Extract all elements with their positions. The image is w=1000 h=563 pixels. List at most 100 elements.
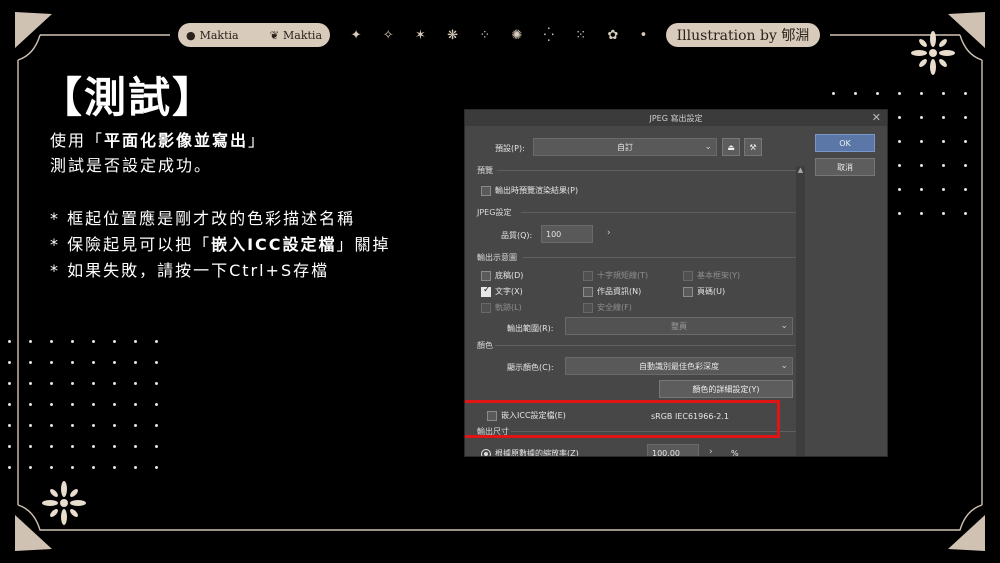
scale-radio-row[interactable]: 根據原數據的縮放率(Z) xyxy=(481,448,579,456)
dot xyxy=(8,340,11,343)
dot xyxy=(29,424,32,427)
dot xyxy=(92,361,95,364)
dot xyxy=(134,340,137,343)
preview-checkbox[interactable] xyxy=(481,185,491,196)
dot xyxy=(920,212,923,215)
page-checkbox[interactable] xyxy=(683,286,693,297)
scroll-up-icon[interactable]: ▲ xyxy=(796,166,805,174)
range-select[interactable]: 整頁 ⌄ xyxy=(565,317,793,335)
color-detail-button[interactable]: 顏色的詳細設定(Y) xyxy=(659,380,793,398)
dot xyxy=(8,445,11,448)
cancel-button[interactable]: 取消 xyxy=(815,158,875,176)
star-icon: • xyxy=(639,27,648,43)
dot xyxy=(8,466,11,469)
dot xyxy=(29,361,32,364)
dot xyxy=(964,188,967,191)
bullet-2: * 保險起見可以把「嵌入ICC設定檔」關掉 xyxy=(50,235,391,254)
chevron-right-icon[interactable]: › xyxy=(607,228,611,238)
icc-highlight-box xyxy=(465,400,780,438)
dot xyxy=(942,164,945,167)
dot xyxy=(832,92,835,95)
dot xyxy=(134,403,137,406)
quality-label: 品質(Q): xyxy=(501,231,533,240)
star-icon: ✦ xyxy=(350,27,362,43)
option-frame[interactable]: 基本框架(Y) xyxy=(683,270,740,281)
dot xyxy=(134,424,137,427)
sketch-checkbox[interactable] xyxy=(481,270,491,281)
dot xyxy=(898,92,901,95)
preset-label: 預設(P): xyxy=(495,144,525,153)
option-safe[interactable]: 安全線(F) xyxy=(583,302,632,313)
dot xyxy=(155,340,158,343)
dot xyxy=(50,424,53,427)
dot xyxy=(898,164,901,167)
dot xyxy=(964,140,967,143)
dot xyxy=(155,361,158,364)
info-checkbox[interactable] xyxy=(583,286,593,297)
trace-checkbox[interactable] xyxy=(481,302,491,313)
dot xyxy=(71,403,74,406)
range-label: 輸出範圍(R): xyxy=(507,324,554,333)
dot xyxy=(29,382,32,385)
dot xyxy=(898,140,901,143)
star-icon: ⁙ xyxy=(575,27,587,43)
frame-checkbox[interactable] xyxy=(683,270,693,281)
brand-pill: ● Maktia ❦ Maktia xyxy=(178,23,330,47)
dot xyxy=(71,340,74,343)
close-icon[interactable]: ✕ xyxy=(872,111,881,124)
text-checkbox[interactable] xyxy=(481,285,491,297)
intro-line-2: 測試是否設定成功。 xyxy=(50,156,213,175)
dot xyxy=(8,424,11,427)
dot xyxy=(71,445,74,448)
option-crosshair[interactable]: 十字規矩線(T) xyxy=(583,270,648,281)
dot xyxy=(134,382,137,385)
dot xyxy=(92,445,95,448)
dot xyxy=(964,212,967,215)
option-sketch[interactable]: 底稿(D) xyxy=(481,270,523,281)
dot xyxy=(942,212,945,215)
option-text[interactable]: 文字(X) xyxy=(481,285,523,297)
quality-input[interactable]: 100 xyxy=(541,225,593,243)
display-color-select[interactable]: 自動識別最佳色彩深度 ⌄ xyxy=(565,357,793,375)
star-ornament-row: ✦ ✧ ✶ ❋ ⁘ ✺ ⁛ ⁙ ✿ • xyxy=(340,23,658,47)
ok-button[interactable]: OK xyxy=(815,134,875,152)
option-info[interactable]: 作品資訊(N) xyxy=(583,286,641,297)
option-page[interactable]: 頁碼(U) xyxy=(683,286,725,297)
dialog-scrollbar[interactable]: ▲ xyxy=(796,166,805,456)
bullet-1: * 框起位置應是剛才改的色彩描述名稱 xyxy=(50,209,356,228)
dot-grid-left xyxy=(8,340,158,469)
intro-highlight: 平面化影像並寫出 xyxy=(104,131,249,150)
dot xyxy=(8,361,11,364)
delete-preset-button[interactable]: ⚒ xyxy=(744,138,762,156)
dot xyxy=(155,424,158,427)
display-color-label: 顯示顏色(C): xyxy=(507,363,554,372)
scale-radio[interactable] xyxy=(481,448,491,456)
option-trace[interactable]: 軌跡(L) xyxy=(481,302,522,313)
dot xyxy=(964,92,967,95)
dot xyxy=(134,361,137,364)
dot xyxy=(29,466,32,469)
illustration-credit: Illustration by 郇淵 xyxy=(666,23,820,47)
preset-select[interactable]: 自訂 ⌄ xyxy=(533,138,717,156)
save-icon: ⏏ xyxy=(727,142,735,152)
chevron-down-icon: ⌄ xyxy=(780,321,788,331)
dot xyxy=(29,445,32,448)
crosshair-checkbox[interactable] xyxy=(583,270,593,281)
scale-input[interactable]: 100.00 xyxy=(647,444,699,456)
dot xyxy=(920,140,923,143)
save-preset-button[interactable]: ⏏ xyxy=(722,138,740,156)
preview-section-label: 預覽 xyxy=(477,166,493,175)
star-icon: ✶ xyxy=(414,27,426,43)
preview-checkbox-row[interactable]: 輸出時預覽渲染結果(P) xyxy=(481,185,578,196)
dot xyxy=(92,382,95,385)
flower-ornament-icon xyxy=(911,31,955,75)
safe-checkbox[interactable] xyxy=(583,302,593,313)
bullet-2-highlight: 嵌入ICC設定檔 xyxy=(211,235,337,254)
dot xyxy=(113,445,116,448)
intro-line-1: 使用「平面化影像並寫出」 xyxy=(50,131,267,150)
dot xyxy=(113,340,116,343)
chevron-right-icon[interactable]: › xyxy=(709,447,713,456)
dot xyxy=(92,424,95,427)
dot xyxy=(134,445,137,448)
dot xyxy=(71,466,74,469)
